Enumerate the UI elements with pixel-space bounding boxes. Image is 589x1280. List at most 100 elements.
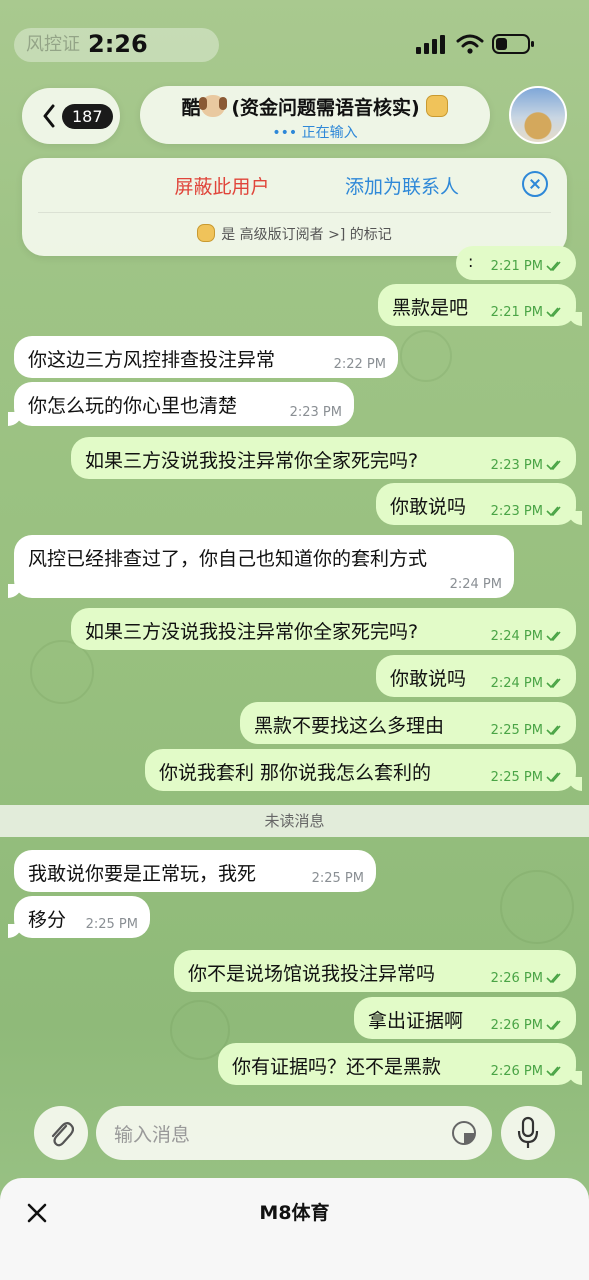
- message-time: 2:26 PM: [490, 1018, 543, 1033]
- message-time: 2:25 PM: [85, 917, 138, 932]
- message-meta: 2:21 PM: [491, 305, 564, 320]
- voice-record-button[interactable]: [501, 1106, 555, 1160]
- message-text: 黑款是吧: [392, 297, 469, 319]
- message-time: 2:21 PM: [490, 259, 543, 274]
- battery-icon: [492, 34, 534, 54]
- signal-icon: [416, 35, 445, 54]
- message-bubble-incoming[interactable]: 你这边三方风控排查投注异常 2:22 PM: [14, 336, 398, 378]
- message-text: 黑款不要找这么多理由: [254, 715, 445, 737]
- message-text: 风控已经排查过了，你自己也知道你的套利方式: [28, 548, 428, 570]
- message-text: 你怎么玩的你心里也清楚: [28, 395, 238, 417]
- message-composer: 输入消息: [0, 1096, 589, 1166]
- wallpaper-doodle: [500, 870, 574, 944]
- message-bubble-outgoing[interactable]: 你敢说吗 2:23 PM: [376, 483, 582, 525]
- message-text: 你不是说场馆说我投注异常吗: [188, 963, 436, 985]
- dog-face-icon: [198, 95, 227, 117]
- message-time: 2:24 PM: [490, 676, 543, 691]
- close-icon[interactable]: [522, 171, 548, 197]
- message-meta: 2:25 PM: [491, 723, 564, 738]
- message-meta: 2:24 PM: [491, 629, 564, 644]
- double-check-icon: [546, 1020, 561, 1031]
- add-contact-button[interactable]: 添加为联系人: [312, 172, 492, 199]
- message-bubble-outgoing[interactable]: 黑款不要找这么多理由 2:25 PM: [240, 702, 576, 744]
- message-bubble-outgoing[interactable]: 黑款是吧 2:21 PM: [378, 284, 582, 326]
- double-check-icon: [546, 460, 561, 471]
- message-text: 我敢说你要是正常玩，我死: [28, 863, 257, 885]
- message-text: 移分: [28, 909, 67, 931]
- double-check-icon: [546, 1066, 561, 1077]
- message-bubble-incoming[interactable]: 你怎么玩的你心里也清楚 2:23 PM: [8, 382, 354, 426]
- message-time: 2:26 PM: [490, 971, 543, 986]
- message-input-placeholder: 输入消息: [114, 1124, 191, 1146]
- mini-app-sheet: M8体育: [0, 1178, 589, 1280]
- double-check-icon: [546, 261, 561, 272]
- paperclip-icon: [51, 1122, 74, 1147]
- message-bubble-incoming[interactable]: 移分 2:25 PM: [8, 896, 150, 938]
- message-meta: 2:23 PM: [491, 504, 564, 519]
- message-bubble-outgoing[interactable]: 拿出证据啊 2:26 PM: [354, 997, 576, 1039]
- attach-button[interactable]: [34, 1106, 88, 1160]
- message-text: 你敢说吗: [390, 496, 467, 518]
- chevron-left-icon: [43, 104, 55, 128]
- double-check-icon: [546, 631, 561, 642]
- avatar[interactable]: [509, 86, 567, 144]
- message-meta: 2:26 PM: [491, 1018, 564, 1033]
- unread-messages-divider: 未读消息: [0, 805, 589, 837]
- divider: [38, 212, 551, 213]
- chat-title-pill[interactable]: 酷 (资金问题需语音核实) ••• 正在输入: [140, 86, 490, 144]
- message-time: 2:26 PM: [490, 1064, 543, 1079]
- block-user-button[interactable]: 屏蔽此用户: [142, 172, 302, 199]
- message-meta: 2:26 PM: [491, 1064, 564, 1079]
- wifi-icon: [456, 34, 484, 54]
- mini-app-title: M8体育: [259, 1202, 330, 1224]
- hamster-badge-icon: [426, 95, 449, 117]
- message-text: 如果三方没说我投注异常你全家死完吗?: [85, 621, 419, 643]
- message-time: 2:24 PM: [490, 629, 543, 644]
- status-time: 2:26: [88, 30, 148, 58]
- message-meta: 2:26 PM: [491, 971, 564, 986]
- message-time: 2:25 PM: [490, 723, 543, 738]
- message-time: 2:23 PM: [289, 405, 342, 420]
- message-bubble-incoming[interactable]: 风控已经排查过了，你自己也知道你的套利方式 2:24 PM: [8, 535, 514, 598]
- message-text: 你说我套利 那你说我怎么套利的: [159, 762, 432, 784]
- message-text: 你这边三方风控排查投注异常: [28, 349, 276, 371]
- message-time: 2:23 PM: [490, 504, 543, 519]
- double-check-icon: [546, 973, 561, 984]
- back-button[interactable]: 187: [22, 88, 120, 144]
- message-time: 2:25 PM: [311, 871, 364, 886]
- message-time: 2:25 PM: [490, 770, 543, 785]
- chat-screen: 风控证 2:26 187 酷 (资金问题需语音核实) ••• 正在输入 屏蔽此用…: [0, 0, 589, 1280]
- chat-title-note: (资金问题需语音核实): [231, 97, 420, 119]
- message-bubble-outgoing[interactable]: 你说我套利 那你说我怎么套利的 2:25 PM: [145, 749, 582, 791]
- message-input[interactable]: 输入消息: [96, 1106, 492, 1160]
- message-bubble-outgoing[interactable]: 如果三方没说我投注异常你全家死完吗? 2:24 PM: [71, 608, 576, 650]
- double-check-icon: [546, 772, 561, 783]
- double-check-icon: [546, 725, 561, 736]
- message-bubble-outgoing[interactable]: 你敢说吗 2:24 PM: [376, 655, 576, 697]
- message-meta: 2:24 PM: [491, 676, 564, 691]
- double-check-icon: [546, 678, 561, 689]
- wallpaper-doodle: [400, 330, 452, 382]
- message-bubble-outgoing[interactable]: 你有证据吗？还不是黑款 2:26 PM: [218, 1043, 582, 1085]
- sticker-icon[interactable]: [450, 1119, 478, 1147]
- message-text: :: [468, 252, 474, 271]
- contact-banner: 屏蔽此用户 添加为联系人 是 高级版订阅者 >] 的标记: [22, 158, 567, 256]
- typing-status: ••• 正在输入: [272, 125, 358, 141]
- message-bubble-incoming[interactable]: 我敢说你要是正常玩，我死 2:25 PM: [14, 850, 376, 892]
- message-time: 2:24 PM: [449, 577, 502, 592]
- message-text: 你敢说吗: [390, 668, 467, 690]
- message-bubble-outgoing[interactable]: 你不是说场馆说我投注异常吗 2:26 PM: [174, 950, 576, 992]
- unread-count-badge: 187: [62, 104, 113, 129]
- premium-note-link[interactable]: 高级版订阅者 >]: [240, 227, 346, 243]
- message-meta: 2:23 PM: [491, 458, 564, 473]
- message-text: 拿出证据啊: [368, 1010, 464, 1032]
- message-bubble-outgoing[interactable]: : 2:21 PM: [456, 246, 576, 280]
- message-text: 你有证据吗？还不是黑款: [232, 1056, 442, 1078]
- message-time: 2:22 PM: [333, 357, 386, 372]
- hamster-badge-icon: [197, 224, 216, 242]
- message-meta: 2:21 PM: [491, 259, 564, 274]
- message-bubble-outgoing[interactable]: 如果三方没说我投注异常你全家死完吗? 2:23 PM: [71, 437, 576, 479]
- message-time: 2:23 PM: [490, 458, 543, 473]
- premium-note-suffix: 的标记: [349, 227, 392, 243]
- message-time: 2:21 PM: [490, 305, 543, 320]
